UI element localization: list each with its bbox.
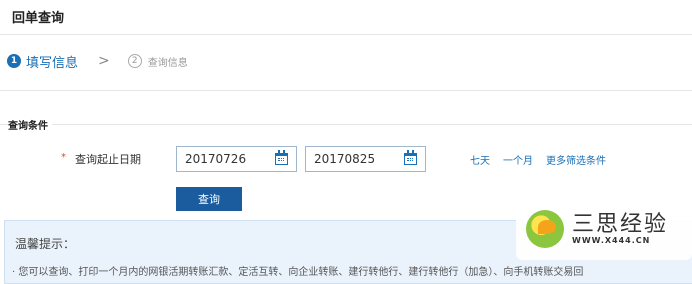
divider [0, 90, 692, 91]
watermark-logo-icon [526, 210, 564, 248]
seven-days-link[interactable]: 七天 [470, 152, 490, 167]
end-date-input[interactable]: 20170825 [305, 146, 426, 172]
more-filters-link[interactable]: 更多筛选条件 [546, 152, 606, 167]
watermark-url: WWW.X444.CN [572, 236, 651, 245]
receipt-query-page: 回单查询 1 填写信息 > 2 查询信息 查询条件 * 查询起止日期 20170… [0, 0, 692, 284]
divider [0, 34, 692, 35]
page-title: 回单查询 [12, 11, 65, 26]
step-indicator: 1 填写信息 > 2 查询信息 [7, 52, 188, 71]
one-month-link[interactable]: 一个月 [503, 152, 533, 167]
section-rule [0, 124, 692, 125]
calendar-icon[interactable] [404, 150, 417, 165]
watermark-text: 三思经验 [572, 212, 669, 237]
step-1-label: 填写信息 [26, 55, 79, 71]
start-date-input[interactable]: 20170726 [176, 146, 297, 172]
chevron-right-icon: > [98, 53, 110, 69]
required-mark: * [61, 152, 66, 163]
tips-title: 温馨提示： [15, 237, 76, 251]
step-2-label: 查询信息 [147, 57, 188, 69]
watermark: 三思经验 WWW.X444.CN [516, 198, 692, 260]
date-range-label: 查询起止日期 [75, 153, 141, 166]
step-2-number: 2 [127, 54, 142, 68]
start-date-value: 20170726 [185, 152, 247, 166]
step-1-number: 1 [7, 54, 21, 68]
tips-text: · 您可以查询、打印一个月内的网银活期转账汇款、定活互转、向企业转账、建行转他行… [12, 267, 584, 278]
quick-range-links: 七天 一个月 更多筛选条件 [470, 152, 606, 167]
section-title: 查询条件 [8, 117, 52, 132]
query-button[interactable]: 查询 [176, 187, 242, 211]
calendar-icon[interactable] [275, 150, 288, 165]
end-date-value: 20170825 [314, 152, 376, 166]
